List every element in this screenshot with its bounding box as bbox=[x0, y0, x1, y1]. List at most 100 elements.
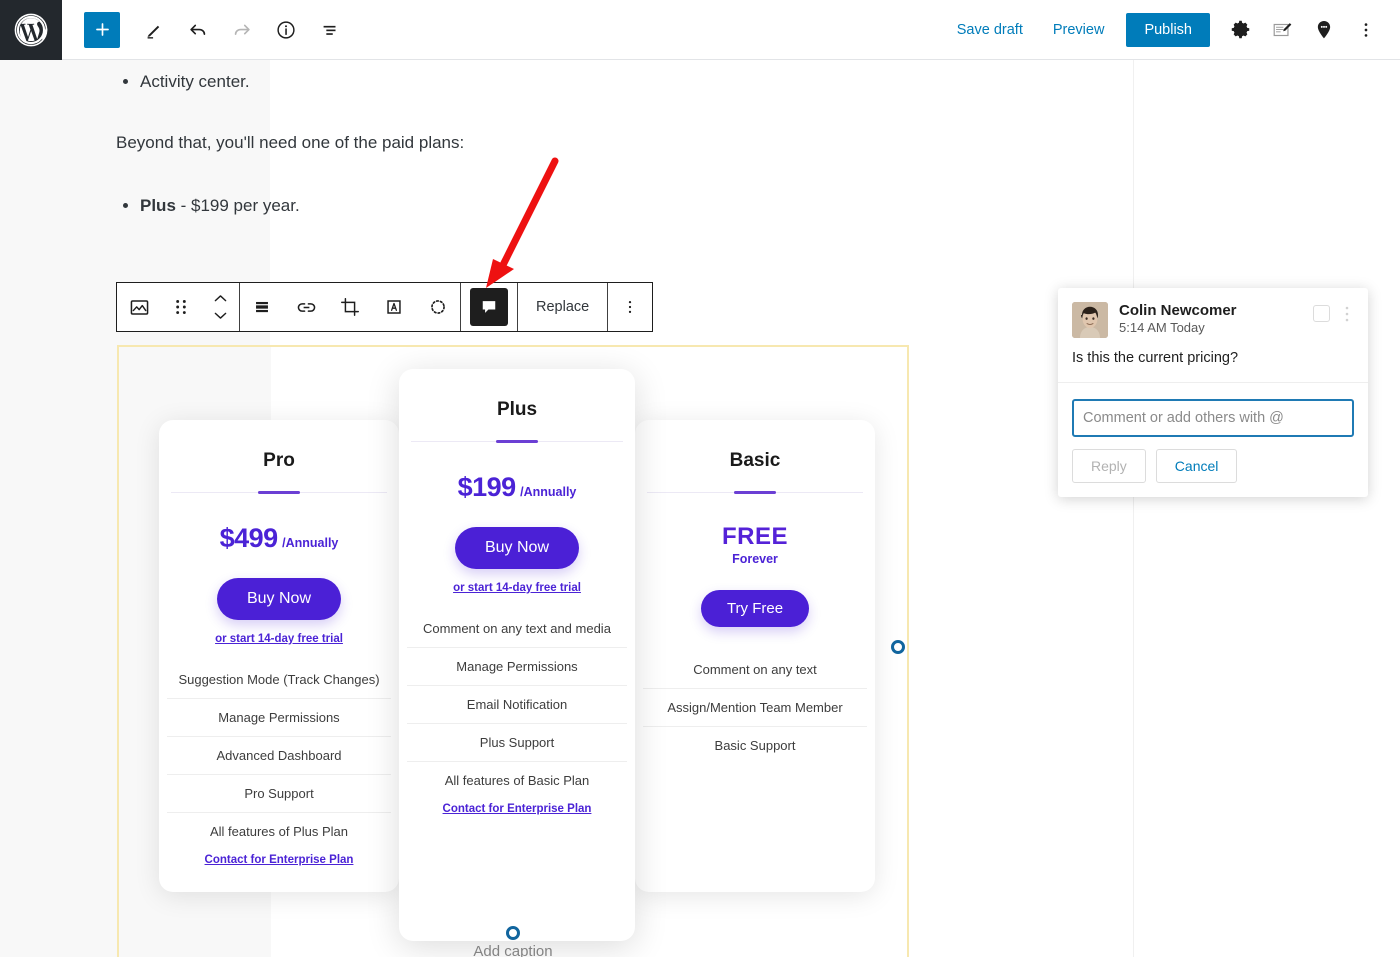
comment-pin-icon[interactable] bbox=[1304, 10, 1344, 50]
save-draft-button[interactable]: Save draft bbox=[943, 14, 1037, 46]
try-free-button[interactable]: Try Free bbox=[700, 590, 810, 627]
list-view-button[interactable] bbox=[310, 10, 350, 50]
feature-item: Manage Permissions bbox=[407, 648, 627, 686]
image-block-selected[interactable]: Pro $499 /Annually Buy Now or start 14-d… bbox=[117, 345, 909, 957]
comment-body-text: Is this the current pricing? bbox=[1058, 338, 1368, 383]
buy-now-button[interactable]: Buy Now bbox=[454, 527, 580, 569]
publish-button[interactable]: Publish bbox=[1126, 12, 1210, 47]
feature-list: Suggestion Mode (Track Changes) Manage P… bbox=[159, 661, 399, 850]
comment-input[interactable] bbox=[1072, 399, 1354, 437]
align-icon[interactable] bbox=[240, 283, 284, 331]
edit-document-icon[interactable] bbox=[1262, 10, 1302, 50]
editor-right-pane bbox=[1133, 60, 1400, 957]
comment-author-meta: Colin Newcomer 5:14 AM Today bbox=[1119, 302, 1313, 335]
red-pointer-arrow bbox=[486, 157, 559, 288]
toolbar-divider bbox=[607, 283, 609, 331]
price-period: Forever bbox=[732, 552, 778, 566]
drag-handle-icon[interactable] bbox=[161, 283, 201, 331]
buy-now-button[interactable]: Buy Now bbox=[216, 578, 342, 620]
list-item[interactable]: Plus - $199 per year. bbox=[140, 196, 818, 216]
plan-name: Plus bbox=[140, 196, 176, 215]
feature-item: Pro Support bbox=[167, 775, 391, 813]
comment-reply-form: Reply Cancel bbox=[1058, 383, 1368, 497]
image-block-icon[interactable] bbox=[117, 283, 161, 331]
undo-button[interactable] bbox=[178, 10, 218, 50]
toolbar-divider bbox=[239, 283, 240, 331]
enterprise-link[interactable]: Contact for Enterprise Plan bbox=[399, 803, 635, 815]
caption-placeholder[interactable]: Add caption bbox=[117, 943, 909, 957]
feature-item: All features of Basic Plan bbox=[444, 773, 590, 788]
wordpress-block-editor: Save draft Preview Publish • Activity ce… bbox=[0, 0, 1400, 957]
feature-item: All features of Plus Plan bbox=[209, 824, 349, 839]
block-toolbar: Replace bbox=[116, 282, 654, 332]
comment-timestamp: 5:14 AM Today bbox=[1119, 320, 1205, 335]
free-trial-link[interactable]: or start 14-day free trial bbox=[399, 582, 635, 594]
add-text-over-image-icon[interactable] bbox=[372, 283, 416, 331]
pricing-card-plus: Plus $199 /Annually Buy Now or start 14-… bbox=[399, 369, 635, 941]
plan-price-text: - $199 per year. bbox=[175, 196, 300, 215]
feature-item: Basic Support bbox=[714, 738, 796, 753]
price-amount: $199 bbox=[457, 472, 517, 502]
card-price: FREE Forever bbox=[635, 523, 875, 566]
card-title: Plus bbox=[496, 399, 538, 420]
paragraph-block[interactable]: Beyond that, you'll need one of the paid… bbox=[116, 133, 836, 153]
feature-item: Assign/Mention Team Member bbox=[643, 689, 867, 727]
duotone-filter-icon[interactable] bbox=[416, 283, 460, 331]
card-title: Pro bbox=[263, 450, 295, 471]
redo-button[interactable] bbox=[222, 10, 262, 50]
chevron-up-icon bbox=[214, 295, 226, 302]
pricing-image: Pro $499 /Annually Buy Now or start 14-d… bbox=[119, 347, 907, 957]
pricing-card-pro: Pro $499 /Annually Buy Now or start 14-d… bbox=[159, 420, 399, 892]
wordpress-logo-icon[interactable] bbox=[0, 0, 62, 60]
header-left-tools bbox=[62, 10, 350, 50]
enterprise-link[interactable]: Contact for Enterprise Plan bbox=[159, 854, 399, 866]
price-period: /Annually bbox=[282, 536, 339, 550]
feature-item: Advanced Dashboard bbox=[167, 737, 391, 775]
feature-item: Comment on any text and media bbox=[407, 610, 627, 648]
preview-button[interactable]: Preview bbox=[1039, 14, 1119, 46]
kebab-menu-icon[interactable] bbox=[1340, 302, 1354, 329]
card-divider bbox=[171, 492, 387, 493]
card-divider bbox=[411, 441, 623, 442]
edit-tool-button[interactable] bbox=[134, 10, 174, 50]
add-block-button[interactable] bbox=[84, 11, 120, 48]
resolve-checkbox[interactable] bbox=[1313, 305, 1330, 322]
card-cta-wrapper: Try Free bbox=[635, 590, 875, 627]
bullet-list-plans: Plus - $199 per year. bbox=[118, 196, 818, 216]
reply-button[interactable]: Reply bbox=[1072, 449, 1146, 483]
chevron-down-icon bbox=[214, 312, 226, 319]
feature-item: Manage Permissions bbox=[167, 699, 391, 737]
free-trial-link[interactable]: or start 14-day free trial bbox=[159, 633, 399, 645]
crop-icon[interactable] bbox=[328, 283, 372, 331]
card-price: $199 /Annually bbox=[399, 472, 635, 503]
card-cta-wrapper: Buy Now bbox=[399, 527, 635, 569]
resize-handle-bottom[interactable] bbox=[506, 926, 520, 940]
feature-item: Email Notification bbox=[407, 686, 627, 724]
list-item[interactable]: Activity center. bbox=[140, 68, 818, 95]
price-amount: FREE bbox=[721, 523, 788, 550]
comment-header: Colin Newcomer 5:14 AM Today bbox=[1058, 288, 1368, 338]
comment-form-actions: Reply Cancel bbox=[1072, 449, 1354, 483]
kebab-menu-icon[interactable] bbox=[1346, 10, 1386, 50]
block-mover[interactable] bbox=[201, 283, 239, 331]
post-details-button[interactable] bbox=[266, 10, 306, 50]
resize-handle-right[interactable] bbox=[891, 640, 905, 654]
editor-header-toolbar: Save draft Preview Publish bbox=[0, 0, 1400, 60]
header-right-tools: Save draft Preview Publish bbox=[943, 10, 1400, 50]
feature-list: Comment on any text Assign/Mention Team … bbox=[635, 651, 875, 764]
gear-icon[interactable] bbox=[1220, 10, 1260, 50]
block-toolbar-group-format bbox=[240, 283, 460, 331]
cancel-button[interactable]: Cancel bbox=[1155, 449, 1238, 483]
feature-item: Comment on any text bbox=[643, 651, 867, 689]
bullet-list-top: Activity center. bbox=[118, 68, 818, 95]
card-cta-wrapper: Buy Now bbox=[159, 578, 399, 620]
card-divider bbox=[647, 492, 863, 493]
block-toolbar-group-block bbox=[117, 283, 239, 331]
card-price: $499 /Annually bbox=[159, 523, 399, 554]
comment-author: Colin Newcomer bbox=[1119, 302, 1237, 319]
replace-button[interactable]: Replace bbox=[518, 283, 607, 331]
kebab-menu-icon[interactable] bbox=[608, 283, 652, 331]
feature-item: Plus Support bbox=[407, 724, 627, 762]
link-icon[interactable] bbox=[284, 283, 328, 331]
add-comment-icon[interactable] bbox=[470, 288, 508, 326]
